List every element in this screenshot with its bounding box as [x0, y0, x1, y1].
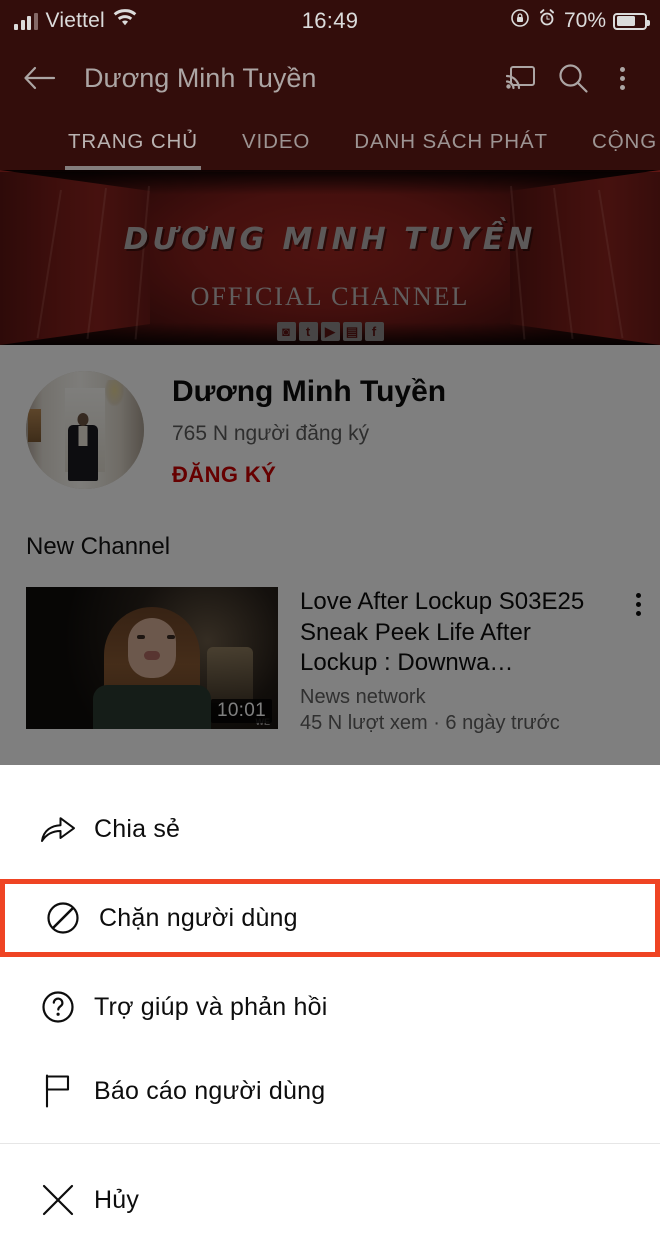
- search-icon[interactable]: [544, 62, 602, 94]
- banner-title: DƯƠNG MINH TUYỀN: [123, 222, 537, 257]
- back-arrow-icon[interactable]: [22, 65, 56, 91]
- banner-curtain-right: [510, 170, 660, 345]
- status-bar: Viettel 16:49 70%: [0, 0, 660, 42]
- tab-danh-sach-phat[interactable]: DANH SÁCH PHÁT: [354, 114, 548, 170]
- banner-artwork: DƯƠNG MINH TUYỀN OFFICIAL CHANNEL ◙ t ▶ …: [0, 170, 660, 345]
- help-circle-icon: [22, 989, 94, 1025]
- subscriber-count: 765 N người đăng ký: [172, 421, 370, 445]
- app-bar: Dương Minh Tuyền: [0, 42, 660, 114]
- youtube-channel-screen: Viettel 16:49 70% Dương Minh Tuyền TRANG…: [0, 0, 660, 765]
- sheet-item-label: Chặn người dùng: [99, 903, 298, 932]
- video-channel-name: News network: [300, 686, 426, 709]
- channel-name: Dương Minh Tuyền: [172, 375, 447, 408]
- tab-trang-chu[interactable]: TRANG CHỦ: [65, 114, 201, 170]
- cast-icon[interactable]: [498, 65, 544, 91]
- video-duration: 10:01: [210, 699, 272, 723]
- subscribe-button[interactable]: ĐĂNG KÝ: [172, 462, 446, 488]
- sheet-item-label: Trợ giúp và phản hồi: [94, 992, 328, 1021]
- channel-avatar[interactable]: [26, 371, 144, 489]
- section-title: New Channel: [0, 489, 660, 561]
- sheet-item-report-user[interactable]: Báo cáo người dùng: [0, 1053, 660, 1129]
- channel-banner: DƯƠNG MINH TUYỀN OFFICIAL CHANNEL ◙ t ▶ …: [0, 170, 660, 345]
- close-icon: [22, 1183, 94, 1217]
- banner-subtitle: OFFICIAL CHANNEL: [190, 282, 470, 311]
- facebook-icon: f: [364, 322, 384, 341]
- youtube-icon: ▶: [320, 322, 340, 341]
- clock-label: 16:49: [301, 8, 359, 33]
- sheet-item-block-user[interactable]: Chặn người dùng: [0, 879, 660, 957]
- video-overflow-button[interactable]: [616, 587, 660, 735]
- twitter-icon: t: [298, 322, 318, 341]
- video-thumbnail[interactable]: WE 10:01: [26, 587, 278, 729]
- sheet-item-share[interactable]: Chia sẻ: [0, 791, 660, 867]
- instagram-icon: ◙: [276, 322, 296, 341]
- share-icon: [22, 814, 94, 844]
- banner-social-icons: ◙ t ▶ ▤ f: [0, 322, 660, 341]
- battery-icon: [613, 12, 650, 30]
- sheet-item-cancel[interactable]: Hủy: [0, 1162, 660, 1238]
- video-list-item[interactable]: WE 10:01 Love After Lockup S03E25 Sneak …: [0, 561, 660, 736]
- banner-curtain-left: [0, 170, 150, 345]
- sheet-item-label: Chia sẻ: [94, 814, 181, 843]
- channel-tabs[interactable]: TRANG CHỦ VIDEO DANH SÁCH PHÁT CỘNG ĐỒ: [0, 114, 660, 170]
- video-meta: Love After Lockup S03E25 Sneak Peek Life…: [278, 587, 616, 735]
- app-bar-title: Dương Minh Tuyền: [84, 62, 317, 93]
- more-vertical-icon[interactable]: [602, 66, 642, 90]
- video-title: Love After Lockup S03E25 Sneak Peek Life…: [300, 588, 585, 677]
- sheet-item-help-feedback[interactable]: Trợ giúp và phản hồi: [0, 969, 660, 1045]
- channel-header: Dương Minh Tuyền 765 N người đăng ký ĐĂN…: [0, 345, 660, 489]
- block-icon: [27, 900, 99, 936]
- action-bottom-sheet: Chia sẻ Chặn người dùng Trợ giúp và phản…: [0, 765, 660, 1216]
- tab-cong-dong[interactable]: CỘNG ĐỒ: [592, 114, 660, 170]
- video-stats: 45 N lượt xem · 6 ngày trước: [300, 712, 560, 735]
- tab-video[interactable]: VIDEO: [242, 114, 310, 170]
- flag-icon: [22, 1073, 94, 1109]
- twitch-icon: ▤: [342, 322, 362, 341]
- sheet-item-label: Báo cáo người dùng: [94, 1076, 326, 1105]
- more-vertical-icon[interactable]: [635, 593, 641, 735]
- channel-meta: Dương Minh Tuyền 765 N người đăng ký ĐĂN…: [144, 371, 446, 489]
- sheet-item-label: Hủy: [94, 1185, 140, 1214]
